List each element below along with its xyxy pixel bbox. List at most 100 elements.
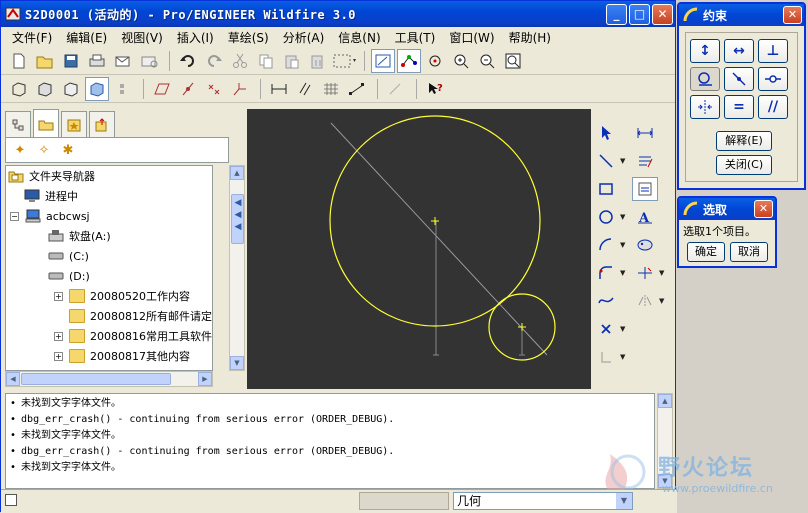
- tree-root[interactable]: 文件夹导航器: [6, 166, 212, 186]
- spline-tool-icon[interactable]: [593, 289, 619, 313]
- mail-attach-icon[interactable]: [137, 49, 161, 73]
- scroll-up-icon[interactable]: ▲: [230, 166, 244, 180]
- dropdown-arrow-icon[interactable]: ▼: [620, 353, 628, 361]
- connections-tab[interactable]: [89, 111, 115, 137]
- explain-button[interactable]: 解释(E): [716, 131, 772, 151]
- minimize-button[interactable]: _: [606, 3, 627, 25]
- equal-constraint-icon[interactable]: =: [724, 95, 754, 119]
- use-edge-icon[interactable]: [593, 345, 619, 369]
- midpoint-constraint-icon[interactable]: [724, 67, 754, 91]
- menu-window[interactable]: 窗口(W): [442, 29, 501, 46]
- redo-icon[interactable]: [202, 49, 226, 73]
- add-favorite-icon[interactable]: ✱: [56, 143, 80, 158]
- tree-item[interactable]: 20080812所有邮件请定: [6, 306, 212, 326]
- tree-item[interactable]: + 20080816常用工具软件: [6, 326, 212, 346]
- menu-file[interactable]: 文件(F): [5, 29, 59, 46]
- dropdown-arrow-icon[interactable]: ▼: [620, 325, 628, 333]
- close-icon[interactable]: ✕: [754, 200, 773, 218]
- paste-icon[interactable]: [280, 49, 304, 73]
- tangent-constraint-icon[interactable]: [690, 67, 720, 91]
- coord-sys-icon[interactable]: [228, 77, 252, 101]
- mirror-tool-icon[interactable]: [632, 289, 658, 313]
- dropdown-arrow-icon[interactable]: ▼: [659, 269, 667, 277]
- dropdown-arrow-icon[interactable]: ▼: [620, 241, 628, 249]
- dropdown-arrow-icon[interactable]: ▼: [620, 157, 628, 165]
- horizontal-constraint-icon[interactable]: ↔: [724, 39, 754, 63]
- zoom-out-icon[interactable]: [475, 49, 499, 73]
- selection-filter[interactable]: 几何 ▼: [453, 492, 633, 510]
- maximize-button[interactable]: □: [629, 3, 650, 25]
- folder-browser-tab[interactable]: [33, 109, 59, 137]
- message-scrollbar[interactable]: ▲ ▼: [657, 393, 673, 489]
- sketch-diagnostics-icon[interactable]: [384, 77, 408, 101]
- menu-tools[interactable]: 工具(T): [388, 29, 443, 46]
- title-bar[interactable]: S2D0001 (活动的) - Pro/ENGINEER Wildfire 3.…: [1, 1, 675, 27]
- sketch-points-icon[interactable]: [397, 48, 421, 73]
- datum-display-icon[interactable]: [111, 77, 135, 101]
- datum-point-icon[interactable]: [202, 77, 226, 101]
- perpendicular-constraint-icon[interactable]: ⊥: [758, 39, 788, 63]
- cancel-button[interactable]: 取消: [730, 242, 768, 262]
- tree-item[interactable]: (D:): [6, 266, 212, 286]
- wireframe-icon[interactable]: [7, 77, 31, 101]
- tree-item[interactable]: − acbcwsj: [6, 206, 212, 226]
- menu-edit[interactable]: 编辑(E): [59, 29, 114, 46]
- scroll-left-icon[interactable]: ◀: [6, 372, 20, 386]
- shading-icon[interactable]: [85, 76, 109, 101]
- dimension-tool-icon[interactable]: [632, 121, 658, 145]
- vertical-constraint-icon[interactable]: ↕: [690, 39, 720, 63]
- point-on-entity-icon[interactable]: [758, 67, 788, 91]
- refit-icon[interactable]: [501, 49, 525, 73]
- line-tool-icon[interactable]: [593, 149, 619, 173]
- tree-horizontal-scrollbar[interactable]: ◀ ▶: [5, 371, 213, 387]
- favorites-tab[interactable]: [61, 111, 87, 137]
- delete-folder-icon[interactable]: ✧: [32, 143, 56, 158]
- repaint-icon[interactable]: [423, 49, 447, 73]
- ok-button[interactable]: 确定: [687, 242, 725, 262]
- sketch-canvas[interactable]: [247, 109, 591, 389]
- tree-item[interactable]: (C:): [6, 246, 212, 266]
- dropdown-arrow-icon[interactable]: ▼: [620, 213, 628, 221]
- show-grid-icon[interactable]: [319, 77, 343, 101]
- palette-tool-icon[interactable]: [632, 233, 658, 257]
- dropdown-arrow-icon[interactable]: ▼: [620, 269, 628, 277]
- panel-splitter[interactable]: ◀ ◀ ◀: [233, 197, 243, 307]
- copy-icon[interactable]: [254, 49, 278, 73]
- scroll-up-icon[interactable]: ▲: [658, 394, 672, 408]
- menu-insert[interactable]: 插入(I): [170, 29, 221, 46]
- select-dialog-titlebar[interactable]: 选取 ✕: [679, 198, 775, 220]
- select-box-icon[interactable]: [332, 49, 356, 73]
- tree-item[interactable]: 软盘(A:): [6, 226, 212, 246]
- tree-item[interactable]: + 20080520工作内容: [6, 286, 212, 306]
- dropdown-arrow-icon[interactable]: ▼: [659, 297, 667, 305]
- point-tool-icon[interactable]: [593, 317, 619, 341]
- parallel-constraint-icon[interactable]: //: [758, 95, 788, 119]
- menu-info[interactable]: 信息(N): [331, 29, 387, 46]
- undo-icon[interactable]: [176, 49, 200, 73]
- text-tool-icon[interactable]: A: [632, 205, 658, 229]
- datum-plane-icon[interactable]: [150, 77, 174, 101]
- menu-view[interactable]: 视图(V): [114, 29, 170, 46]
- tree-item[interactable]: 进程中: [6, 186, 212, 206]
- constraints-dialog-titlebar[interactable]: 约束 ✕: [679, 4, 804, 26]
- collapse-toggle[interactable]: −: [10, 211, 19, 221]
- paste-special-icon[interactable]: [306, 49, 330, 73]
- context-help-icon[interactable]: ?: [423, 77, 447, 101]
- show-constraints-icon[interactable]: [293, 77, 317, 101]
- circle-tool-icon[interactable]: [593, 205, 619, 229]
- no-hidden-icon[interactable]: [59, 77, 83, 101]
- close-icon[interactable]: ✕: [783, 6, 802, 24]
- modify-tool-icon[interactable]: [632, 149, 658, 173]
- model-tree-tab[interactable]: [5, 111, 31, 137]
- sketch-orient-icon[interactable]: [371, 48, 395, 73]
- close-button[interactable]: 关闭(C): [716, 155, 772, 175]
- new-file-icon[interactable]: [7, 49, 31, 73]
- fillet-tool-icon[interactable]: [593, 261, 619, 285]
- datum-axis-icon[interactable]: [176, 77, 200, 101]
- symmetric-constraint-icon[interactable]: [690, 95, 720, 119]
- scroll-thumb[interactable]: [21, 373, 171, 385]
- menu-sketch[interactable]: 草绘(S): [221, 29, 276, 46]
- menu-help[interactable]: 帮助(H): [502, 29, 558, 46]
- expand-toggle[interactable]: +: [54, 291, 63, 301]
- constraint-tool-icon[interactable]: [632, 177, 658, 201]
